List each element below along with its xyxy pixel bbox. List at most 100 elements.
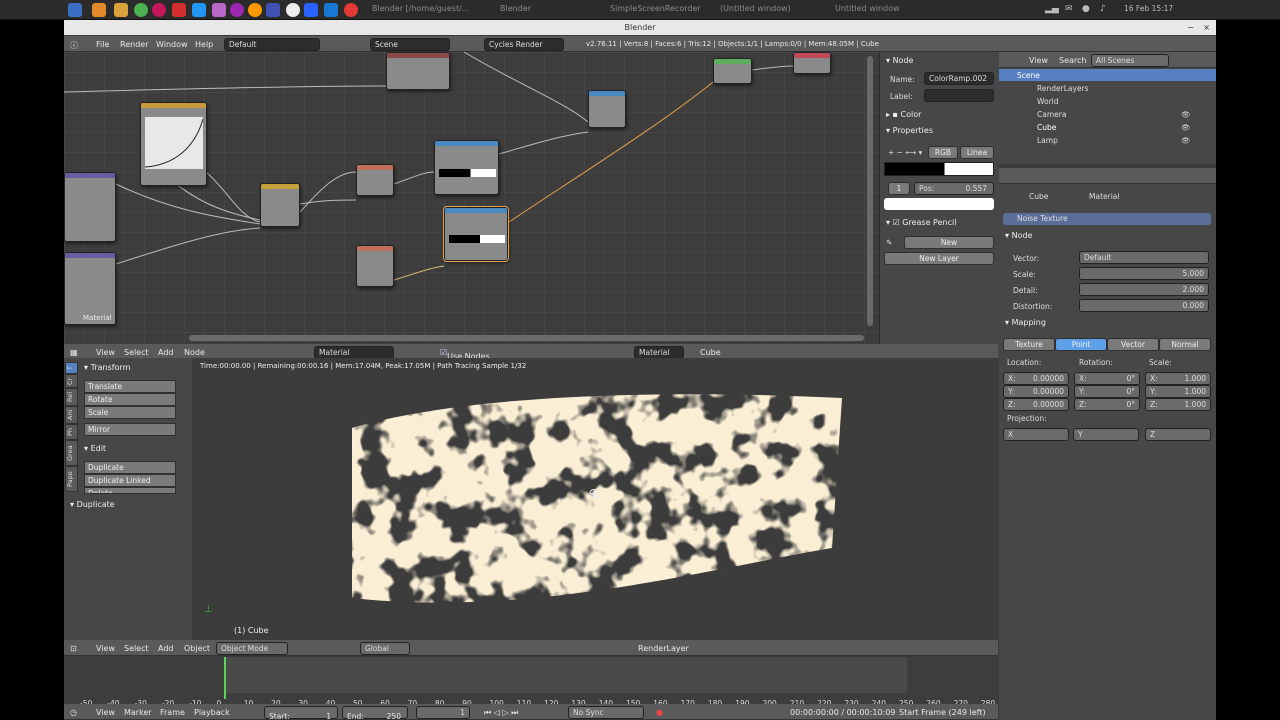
interpolation-dropdown[interactable]: Linea [960, 146, 994, 159]
outliner-menu-view[interactable]: View [1029, 56, 1048, 65]
menu-render[interactable]: Render [120, 40, 148, 49]
mail-icon[interactable]: ✉ [1065, 4, 1073, 14]
gradient-texture-node[interactable] [356, 164, 394, 196]
mapping-tab-normal[interactable]: Normal [1159, 338, 1211, 351]
tab-relations[interactable]: Rel [65, 388, 78, 406]
mapping-scl-field[interactable]: Z: 1.000 [1145, 398, 1211, 411]
minimize-icon[interactable]: − [1187, 20, 1194, 35]
node-editor-type-icon[interactable]: ▦ [70, 348, 78, 357]
clock[interactable]: 16 Feb 15:17 [1124, 4, 1173, 13]
node-menu-view[interactable]: View [96, 348, 115, 357]
camera-icon[interactable] [304, 3, 318, 17]
ramp-color-swatch[interactable] [884, 198, 994, 210]
files-icon[interactable] [114, 3, 128, 17]
vector-dropdown[interactable]: Default [1079, 251, 1209, 264]
timeline-menu-view[interactable]: View [96, 708, 115, 717]
color-section-header[interactable]: ▸ ▪ Color [886, 110, 921, 119]
gradient-node[interactable] [386, 52, 450, 90]
scale-button[interactable]: Scale [84, 406, 176, 419]
task-recorder[interactable]: SimpleScreenRecorder [610, 4, 701, 13]
filezilla-icon[interactable] [172, 3, 186, 17]
layout-selector[interactable]: Default [224, 38, 320, 51]
photo-icon[interactable] [324, 3, 338, 17]
tab-physics[interactable]: Ph [65, 424, 78, 440]
current-frame-field[interactable]: 1 [416, 706, 470, 719]
chat-icon[interactable] [212, 3, 226, 17]
view3d-menu-add[interactable]: Add [158, 644, 174, 653]
scale-field[interactable]: 5.000 [1079, 267, 1209, 280]
end-frame-field[interactable]: End: 250 [342, 706, 408, 720]
detail-field[interactable]: 2.000 [1079, 283, 1209, 296]
3d-cursor-icon[interactable]: ⊕ [588, 486, 600, 502]
firefox-icon[interactable] [248, 3, 262, 17]
timeline-menu-playback[interactable]: Playback [194, 708, 230, 717]
transform-section-header[interactable]: ▾ Transform [84, 363, 130, 372]
folder-icon[interactable] [92, 3, 106, 17]
view3d-menu-select[interactable]: Select [124, 644, 149, 653]
menu-help[interactable]: Help [195, 40, 213, 49]
color-ramp-widget[interactable] [884, 162, 994, 176]
chrome-icon[interactable] [134, 3, 148, 17]
outliner-filter[interactable]: All Scenes [1091, 54, 1169, 67]
view3d-type-icon[interactable]: ⊡ [70, 644, 77, 653]
mapping-loc-field[interactable]: Z: 0.00000 [1003, 398, 1069, 411]
timeline-menu-marker[interactable]: Marker [124, 708, 152, 717]
grease-new-button[interactable]: New [904, 236, 994, 249]
timeline[interactable]: -50-40-30-20-100102030405060708090100110… [64, 657, 998, 708]
texture-node-section-header[interactable]: ▾ Node [1005, 231, 1032, 240]
orientation-selector[interactable]: Global [360, 642, 410, 655]
record-icon[interactable]: ● [1082, 4, 1090, 14]
projection-y[interactable]: Y [1073, 428, 1139, 441]
settings-icon[interactable] [286, 3, 300, 17]
object-mode-selector[interactable]: Object Mode [216, 642, 288, 655]
properties-section-header[interactable]: ▾ Properties [886, 126, 933, 135]
mapping-loc-field[interactable]: Y: 0.00000 [1003, 385, 1069, 398]
timeline-type-icon[interactable]: ◷ [70, 708, 77, 717]
menu-file[interactable]: File [96, 40, 109, 49]
noise-texture-node[interactable] [356, 245, 394, 287]
color-mode-dropdown[interactable]: RGB [928, 146, 958, 159]
outliner-scene[interactable]: Scene [1017, 71, 1040, 80]
pencil-icon[interactable]: ✎ [886, 238, 892, 247]
stop-icon[interactable] [344, 3, 358, 17]
node-editor[interactable]: Material [64, 52, 879, 344]
outliner-renderlayers[interactable]: RenderLayers [1037, 84, 1089, 93]
duplicate-section-header[interactable]: ▾ Duplicate [70, 500, 115, 509]
tab-tools[interactable]: T [65, 362, 78, 374]
sync-mode-selector[interactable]: No Sync [568, 706, 644, 719]
mix-rgb-node[interactable] [588, 90, 626, 128]
menu-window[interactable]: Window [156, 40, 188, 49]
node-section-header[interactable]: ▾ Node [886, 56, 913, 65]
distortion-field[interactable]: 0.000 [1079, 299, 1209, 312]
mapping-scl-field[interactable]: X: 1.000 [1145, 372, 1211, 385]
node-name-field[interactable]: ColorRamp.002 [924, 72, 994, 85]
volume-icon[interactable]: ♪ [1100, 4, 1106, 14]
eye-icon[interactable]: 👁 [1181, 123, 1191, 132]
material-output-node[interactable] [793, 52, 831, 74]
tab-create[interactable]: Cr [65, 374, 78, 388]
wifi-icon[interactable]: ▂▄ [1045, 4, 1059, 14]
timeline-menu-frame[interactable]: Frame [160, 708, 185, 717]
breadcrumb-object[interactable]: Cube [1029, 192, 1048, 201]
outliner-cube[interactable]: Cube [1037, 123, 1056, 132]
breadcrumb-material[interactable]: Material [1089, 192, 1119, 201]
rotate-button[interactable]: Rotate [84, 393, 176, 406]
translate-button[interactable]: Translate [84, 380, 176, 393]
tab-grease[interactable]: Grea [65, 440, 78, 466]
eye-icon[interactable]: 👁 [1181, 110, 1191, 119]
node-menu-add[interactable]: Add [158, 348, 174, 357]
edit-section-header[interactable]: ▾ Edit [84, 444, 106, 453]
emission-node[interactable] [713, 58, 752, 84]
task-untitled-1[interactable]: (Untitled window) [720, 4, 791, 13]
opera-icon[interactable] [152, 3, 166, 17]
3d-viewport[interactable]: Time:00:00.00 | Remaining:00:00.16 | Mem… [192, 358, 998, 640]
close-icon[interactable]: × [1203, 20, 1210, 35]
texture-name-bar[interactable]: Noise Texture [1003, 213, 1211, 225]
mapping-scl-field[interactable]: Y: 1.000 [1145, 385, 1211, 398]
delete-button[interactable]: Delete [84, 487, 176, 494]
current-frame-marker[interactable] [224, 657, 226, 699]
mapping-rot-field[interactable]: Y: 0° [1074, 385, 1140, 398]
color-ramp-node-2[interactable] [443, 206, 509, 262]
grease-pencil-section-header[interactable]: ▾ ☑ Grease Pencil [886, 218, 956, 227]
mapping-tab-vector[interactable]: Vector [1107, 338, 1159, 351]
